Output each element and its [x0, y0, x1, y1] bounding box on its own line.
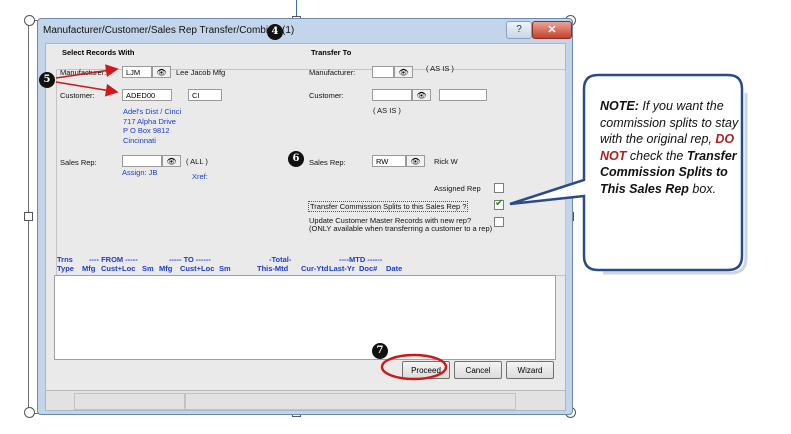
step-marker-5: 5	[39, 72, 55, 88]
note-text-part-2: check the	[626, 148, 687, 163]
step-marker-7: 7	[372, 343, 388, 359]
annotation-overlay	[55, 64, 748, 381]
step-marker-6: 6	[288, 151, 304, 167]
arrow-to-customer	[55, 81, 119, 97]
note-lead: NOTE:	[600, 99, 639, 113]
note-text-part-3: box.	[688, 181, 717, 196]
proceed-highlight-ring	[380, 353, 448, 381]
arrow-to-manufacturer	[55, 64, 119, 79]
note-text: NOTE: If you want the commission splits …	[600, 98, 740, 197]
step-marker-4: 4	[267, 24, 283, 40]
